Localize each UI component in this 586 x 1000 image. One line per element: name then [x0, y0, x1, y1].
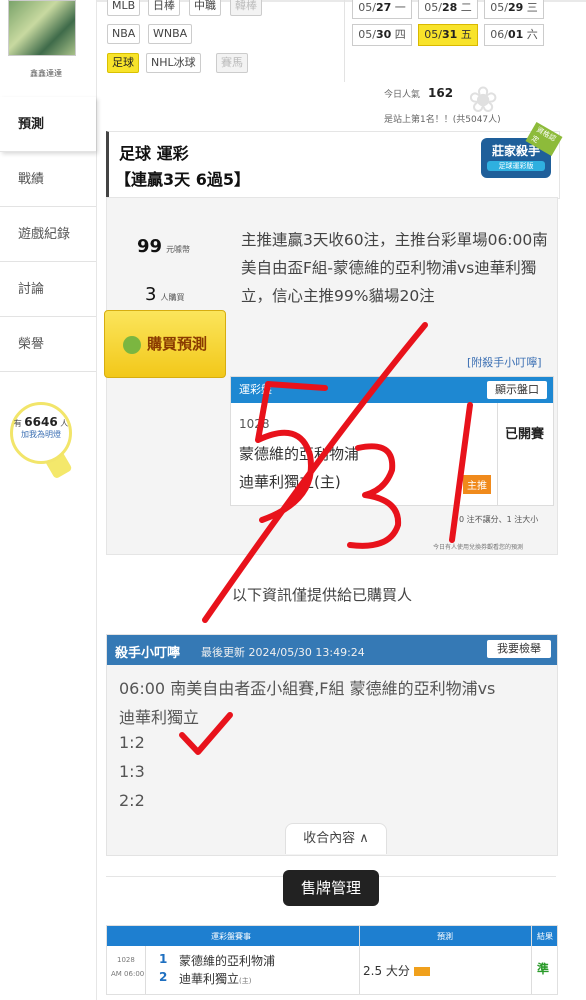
filter-wnba[interactable]: WNBA — [148, 24, 193, 44]
tip-line: 1:3 — [119, 762, 145, 781]
collapse-button[interactable]: 收合內容 ∧ — [285, 823, 387, 854]
header-pick: 預測 — [437, 932, 453, 941]
prediction-description: 主推連贏3天收60注，主推台彩單場06:00南美自由盃F組-蒙德維的亞利物浦vs… — [241, 231, 548, 305]
divider — [359, 926, 360, 994]
filter-horse-racing[interactable]: 賽馬 — [216, 53, 248, 73]
sidebar-item-discussion[interactable]: 討論 — [0, 262, 96, 317]
follower-count: 6646 — [24, 415, 58, 429]
popularity-value: 162 — [428, 86, 454, 100]
record-idx: 2 — [159, 970, 168, 984]
divider — [145, 946, 146, 994]
user-name[interactable]: 鑫鑫達達 — [0, 68, 92, 79]
sidebar-item-record[interactable]: 戰績 — [0, 152, 96, 207]
show-odds-button[interactable]: 顯示盤口 — [487, 381, 547, 399]
record-no: 1028 — [117, 956, 135, 964]
buy-prediction-button[interactable]: 購買預測 — [104, 310, 226, 378]
date-0528[interactable]: 05/28 二 — [418, 0, 478, 19]
bulb-suffix: 人 — [60, 419, 69, 428]
record-header: 運彩盤賽事 預測 結果 — [107, 926, 557, 946]
sell-management-button[interactable]: 售牌管理 — [283, 870, 379, 906]
tips-title: 殺手小叮嚀 — [115, 646, 181, 661]
coupon-note: 今日有人使用兌換券觀看您的預測 — [433, 544, 524, 551]
prediction-card-header: 足球 運彩 【連贏3天 6過5】 莊家殺手 足球運彩版 資格認定 — [106, 121, 563, 199]
record-team1: 蒙德維的亞利物浦 — [179, 954, 276, 968]
lottery-bar: 運彩盤 顯示盤口 — [231, 377, 553, 403]
tips-updated: 最後更新 2024/05/30 13:49:24 — [201, 646, 365, 659]
tip-line: 1:2 — [119, 733, 145, 752]
report-button[interactable]: 我要檢舉 — [487, 640, 551, 658]
card-streak: 【連贏3天 6過5】 — [115, 170, 250, 189]
team-away: 蒙德維的亞利物浦 — [239, 445, 360, 463]
team-home: 迪華利獨立(主) — [239, 473, 341, 491]
sidebar-item-game-log[interactable]: 遊戲紀錄 — [0, 207, 96, 262]
header-match: 運彩盤賽事 — [211, 932, 251, 941]
bulb-prefix: 有 — [13, 419, 22, 428]
coin-icon — [122, 335, 141, 354]
filter-jpn-baseball[interactable]: 日棒 — [148, 0, 180, 16]
follow-bulb[interactable]: 有 6646 人 加我為明燈 — [10, 402, 72, 464]
header-result: 結果 — [537, 932, 553, 941]
match-row: 1028 蒙德維的亞利物浦 迪華利獨立(主) 主推 — [231, 403, 498, 505]
card-title: 足球 運彩 — [119, 144, 189, 163]
tip-line: 2:2 — [119, 791, 145, 810]
record-table: 運彩盤賽事 預測 結果 1028 AM 06:00 1 2 蒙德維的亞利物浦 迪… — [106, 925, 558, 995]
tips-link[interactable]: [附殺手小叮嚀] — [467, 354, 542, 370]
filter-kbo[interactable]: 韓棒 — [230, 0, 262, 16]
sidebar-item-honor[interactable]: 榮譽 — [0, 317, 96, 372]
follow-text: 加我為明燈 — [21, 430, 61, 439]
sidebar: 鑫鑫達達 預測 戰績 遊戲紀錄 討論 榮譽 有 6646 人 加我為明燈 — [0, 0, 97, 1000]
date-0601[interactable]: 06/01 六 — [484, 24, 544, 46]
buyer-only-info: 以下資訊僅提供給已購買人 — [232, 586, 413, 604]
avatar[interactable] — [8, 0, 76, 56]
record-team2: 迪華利獨立(主) — [179, 972, 252, 986]
popularity: 今日人氣 162 — [384, 86, 454, 100]
prediction-panel: 99 元噱幣 3 人購買 購買預測 主推連贏3天收60注，主推台彩單場06:00南美… — [104, 197, 558, 555]
match-number: 1028 — [239, 417, 270, 431]
tip-line: 06:00 南美自由者盃小組賽,F組 蒙德維的亞利物浦vs — [119, 679, 496, 698]
date-0531[interactable]: 05/31 五 — [418, 24, 478, 46]
record-result: 準 — [537, 962, 550, 976]
killer-tips-box: 殺手小叮嚀 最後更新 2024/05/30 13:49:24 我要檢舉 06:0… — [106, 634, 558, 856]
main-pick-tag: 主推 — [463, 475, 491, 494]
date-0527[interactable]: 05/27 一 — [352, 0, 412, 19]
divider — [531, 926, 532, 994]
rank-text: 是站上第1名！！(共5047人) — [384, 115, 501, 125]
sidebar-item-prediction[interactable]: 預測 — [0, 97, 96, 152]
filter-soccer[interactable]: 足球 — [107, 53, 139, 73]
price: 99 元噱幣 — [137, 236, 191, 257]
lottery-table: 運彩盤 顯示盤口 1028 蒙德維的亞利物浦 迪華利獨立(主) 主推 已開賽 — [230, 376, 554, 506]
bet-note: 0 注不讓分、1 注大小 — [459, 515, 539, 524]
buyer-count: 3 人購買 — [145, 284, 185, 305]
tag-icon — [413, 967, 430, 976]
record-time: AM 06:00 — [111, 970, 145, 978]
record-pick: 2.5 大分 — [363, 962, 430, 979]
filter-nhl[interactable]: NHL冰球 — [146, 53, 201, 73]
sidebar-nav: 預測 戰績 遊戲紀錄 討論 榮譽 — [0, 97, 96, 372]
filter-nba[interactable]: NBA — [107, 24, 141, 44]
date-0530[interactable]: 05/30 四 — [352, 24, 412, 46]
filter-cpbl[interactable]: 中職 — [189, 0, 221, 16]
record-idx: 1 — [159, 952, 168, 966]
match-status: 已開賽 — [505, 427, 545, 442]
tip-line: 迪華利獨立 — [119, 708, 200, 727]
date-0529[interactable]: 05/29 三 — [484, 0, 544, 19]
filter-mlb[interactable]: MLB — [107, 0, 141, 16]
tips-header: 殺手小叮嚀 最後更新 2024/05/30 13:49:24 我要檢舉 — [107, 635, 557, 665]
